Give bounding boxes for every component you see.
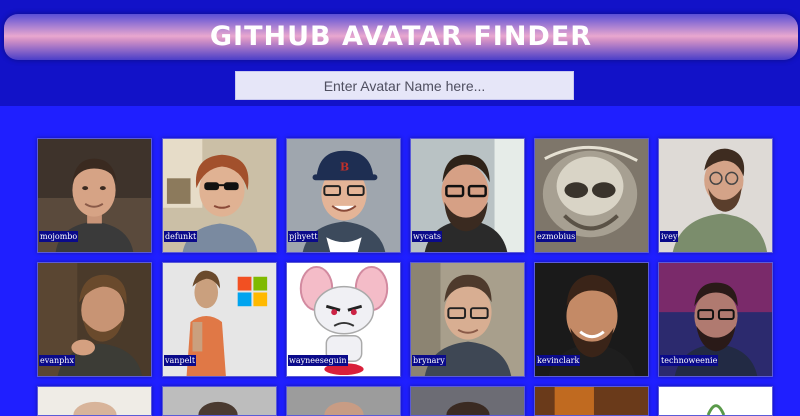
page-title: GITHUB AVATAR FINDER <box>209 21 593 52</box>
avatar-card-row3-4[interactable] <box>410 386 525 416</box>
avatar-card-row3-3[interactable] <box>286 386 401 416</box>
title-banner: GITHUB AVATAR FINDER <box>4 14 798 60</box>
username-label: wayneeseguin <box>288 355 348 366</box>
username-label: evanphx <box>39 355 75 366</box>
username-label: ezmobius <box>536 231 577 242</box>
avatar-card-pjhyett[interactable]: B pjhyett <box>286 138 401 253</box>
avatar-image <box>287 387 400 415</box>
avatar-image <box>535 387 648 415</box>
avatar-image <box>38 387 151 415</box>
avatar-card-mojombo[interactable]: mojombo <box>37 138 152 253</box>
header: GITHUB AVATAR FINDER <box>0 0 800 106</box>
avatar-card-row3-5[interactable] <box>534 386 649 416</box>
search-input[interactable] <box>235 71 574 100</box>
username-label: technoweenie <box>660 355 719 366</box>
avatar-card-technoweenie[interactable]: technoweenie <box>658 262 773 377</box>
username-label: defunkt <box>164 231 198 242</box>
avatar-card-row3-6[interactable] <box>658 386 773 416</box>
username-label: ivey <box>660 231 679 242</box>
avatar-card-brynary[interactable]: brynary <box>410 262 525 377</box>
avatar-image <box>163 387 276 415</box>
avatar-card-evanphx[interactable]: evanphx <box>37 262 152 377</box>
username-label: vanpelt <box>164 355 197 366</box>
avatar-image <box>659 387 772 415</box>
username-label: brynary <box>412 355 446 366</box>
svg-text:B: B <box>340 160 349 173</box>
avatar-card-row3-1[interactable] <box>37 386 152 416</box>
avatar-card-kevinclark[interactable]: kevinclark <box>534 262 649 377</box>
username-label: pjhyett <box>288 231 319 242</box>
avatar-card-ivey[interactable]: ivey <box>658 138 773 253</box>
username-label: kevinclark <box>536 355 581 366</box>
avatar-card-vanpelt[interactable]: vanpelt <box>162 262 277 377</box>
username-label: wycats <box>412 231 442 242</box>
username-label: mojombo <box>39 231 79 242</box>
avatar-card-row3-2[interactable] <box>162 386 277 416</box>
avatar-grid: mojombo defunkt B pjhyett wycats ezmobiu… <box>37 138 777 416</box>
avatar-card-defunkt[interactable]: defunkt <box>162 138 277 253</box>
avatar-card-wayneeseguin[interactable]: wayneeseguin <box>286 262 401 377</box>
avatar-card-wycats[interactable]: wycats <box>410 138 525 253</box>
avatar-image <box>411 387 524 415</box>
avatar-card-ezmobius[interactable]: ezmobius <box>534 138 649 253</box>
